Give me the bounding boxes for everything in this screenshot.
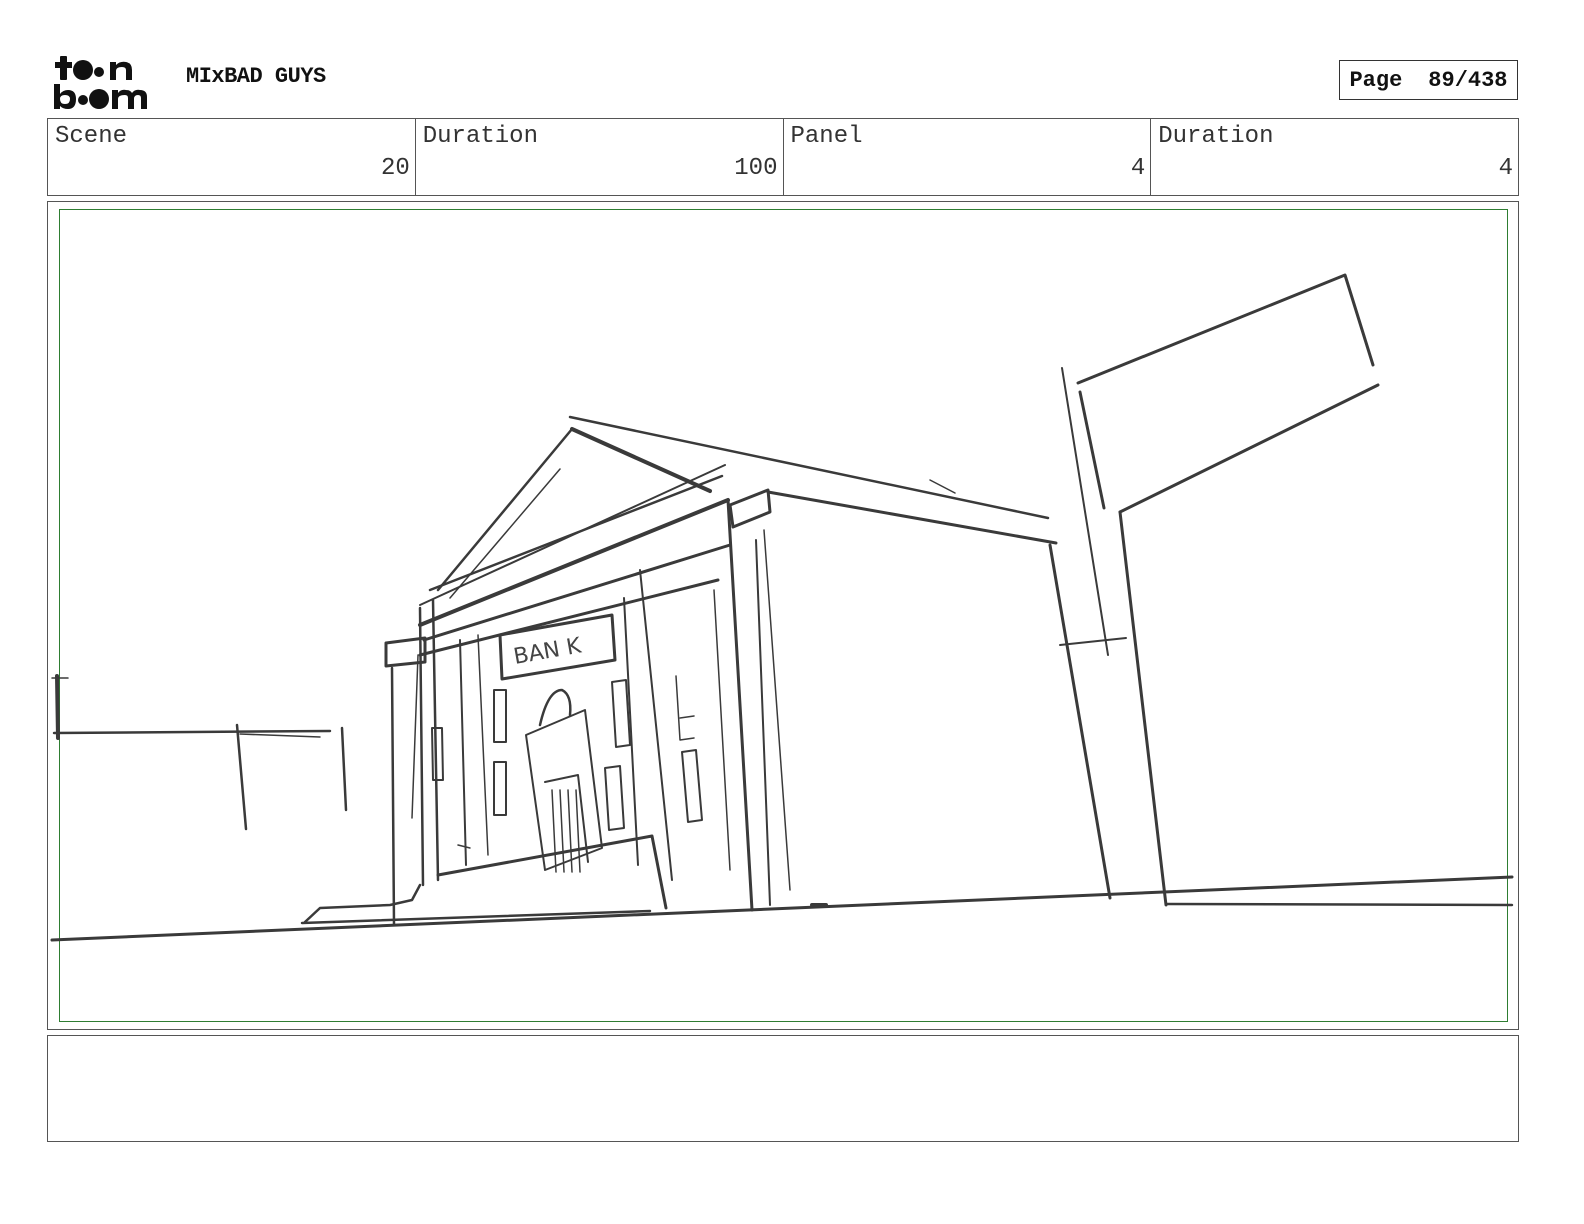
bank-sign-text: BAN K: [512, 633, 584, 670]
action-notes-box: [47, 1035, 1519, 1142]
